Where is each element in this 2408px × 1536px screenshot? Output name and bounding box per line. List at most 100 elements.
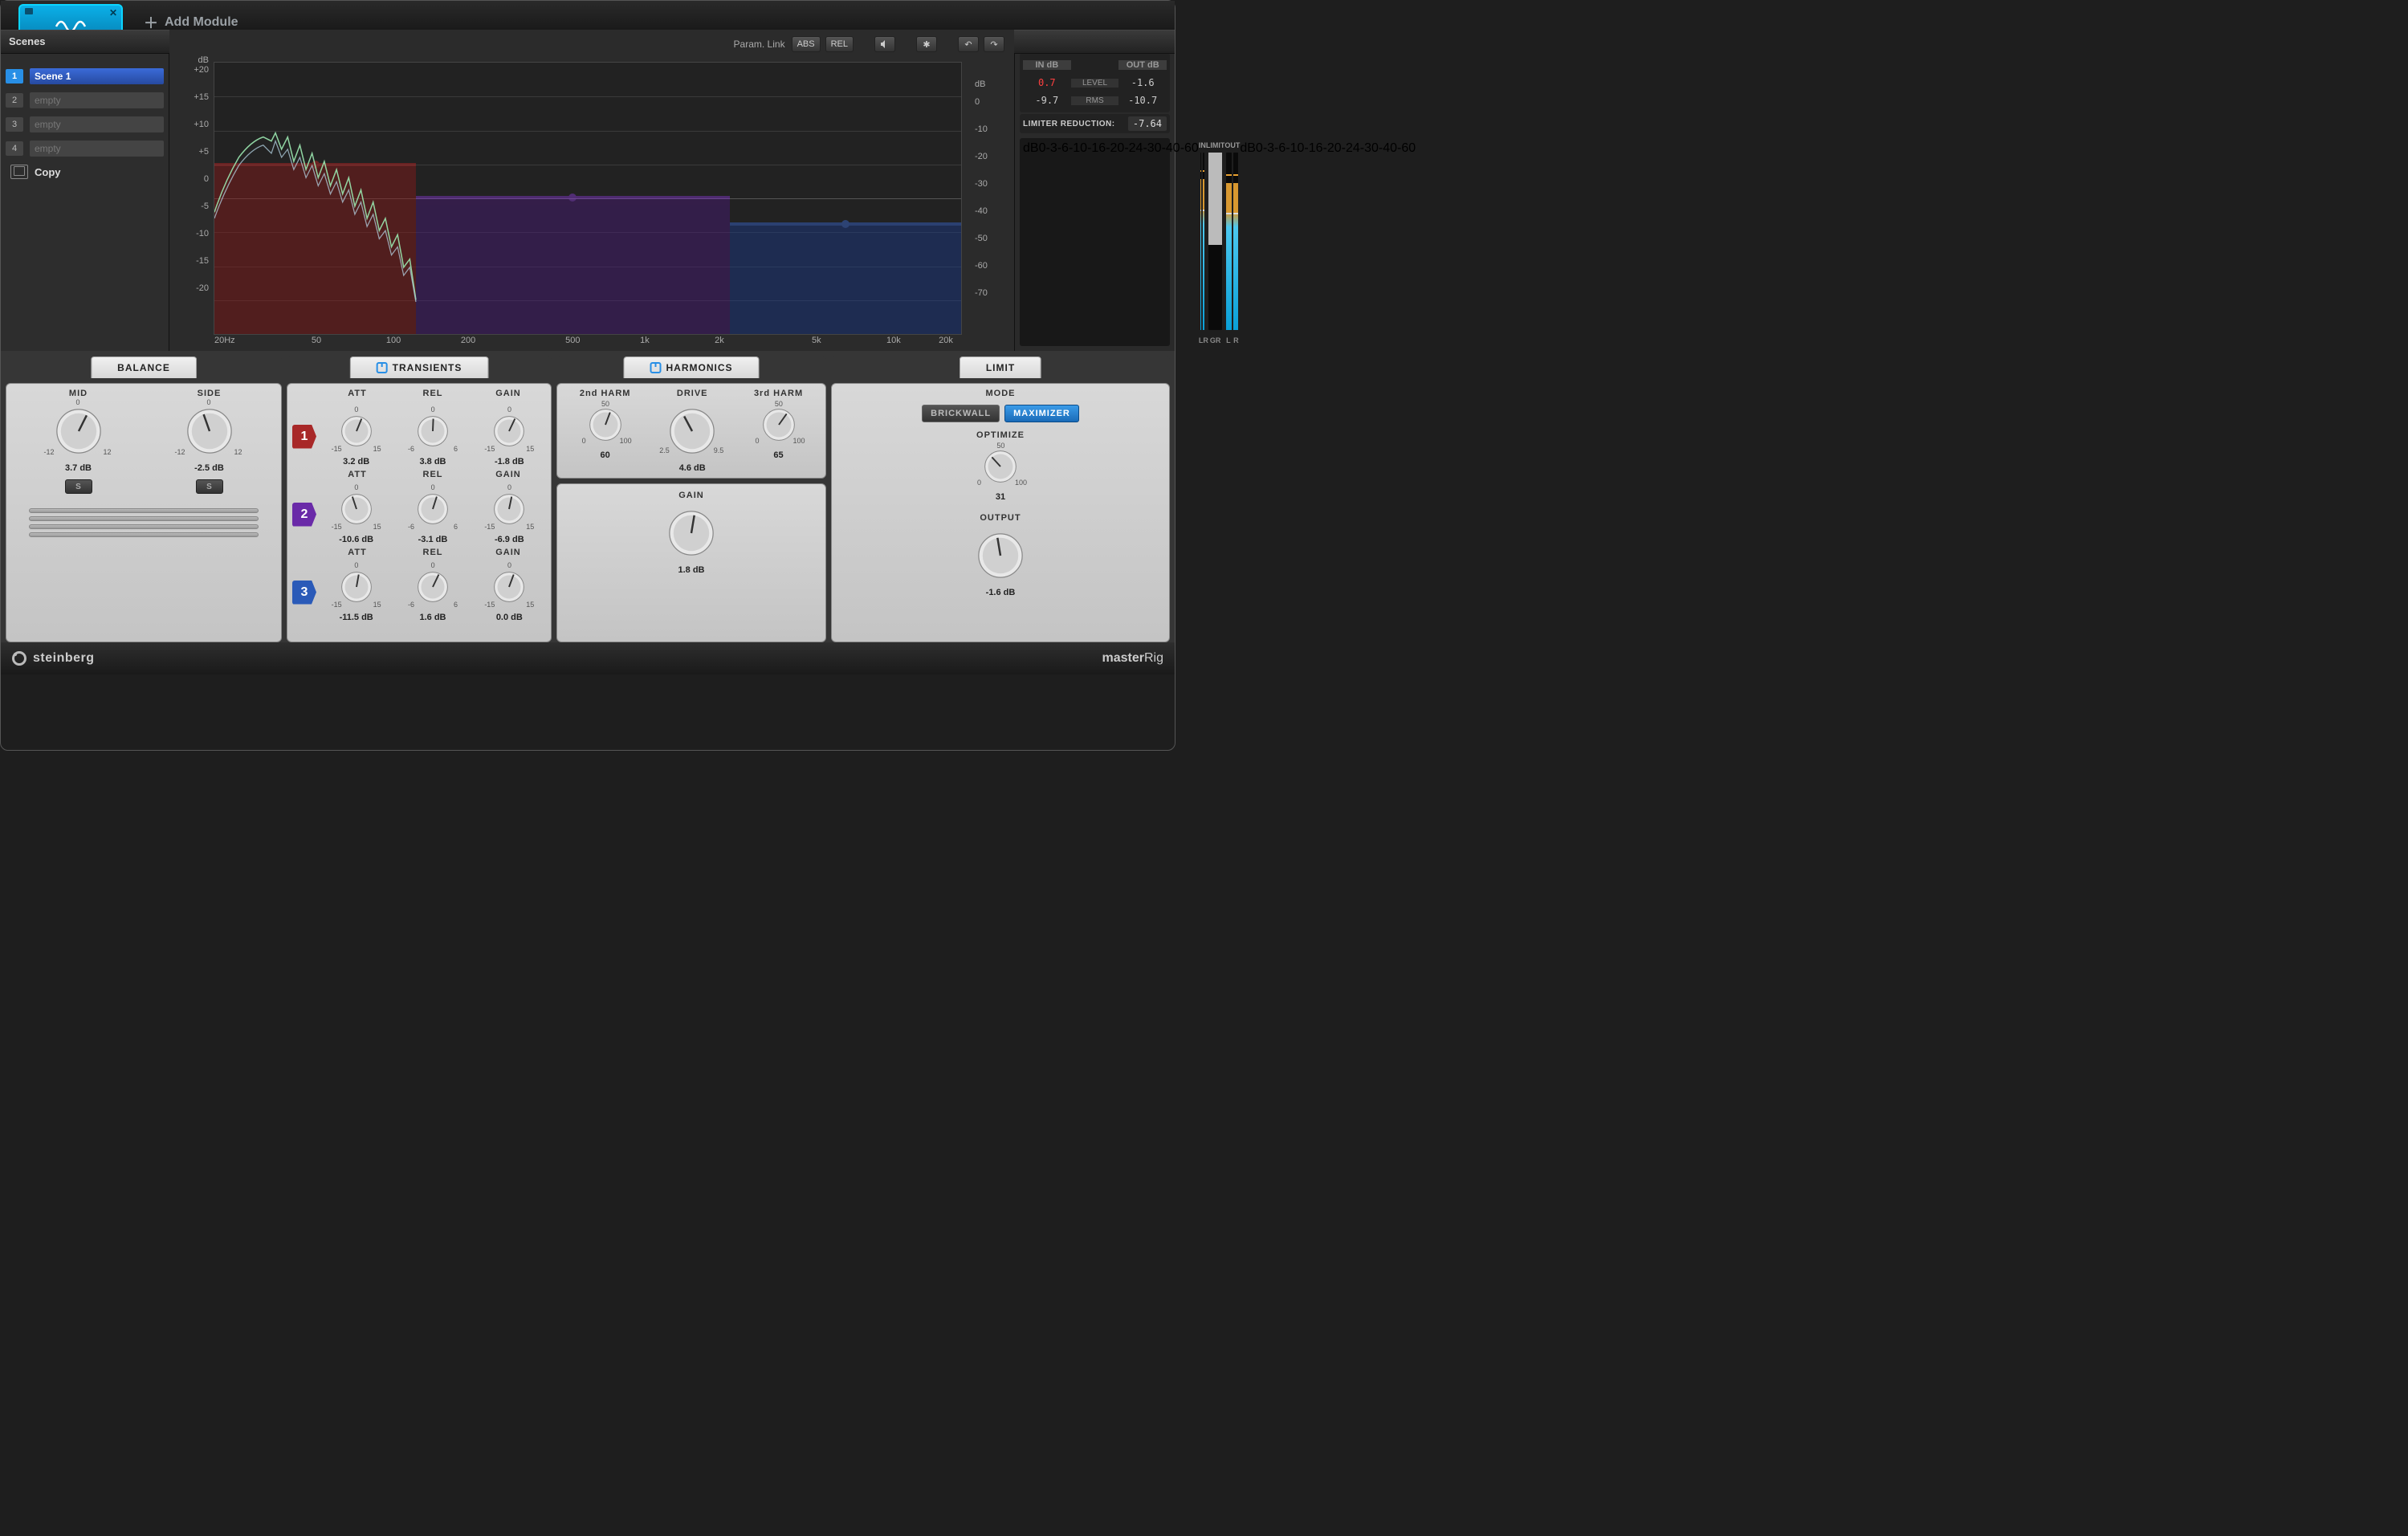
- add-module-label: Add Module: [165, 15, 238, 30]
- maximizer-button[interactable]: MAXIMIZER: [1004, 405, 1079, 422]
- module-active-indicator: [25, 8, 33, 14]
- copy-icon: [10, 165, 28, 179]
- band-2[interactable]: [416, 196, 730, 334]
- transients-header: TRANSIENTS: [350, 356, 489, 378]
- att-knob-3[interactable]: -15150: [333, 564, 380, 610]
- limit-header: LIMIT: [960, 356, 1041, 378]
- abs-button[interactable]: ABS: [792, 36, 821, 52]
- band-1[interactable]: [214, 163, 416, 334]
- power-icon[interactable]: [377, 362, 388, 373]
- meter-out: OUT LR: [1224, 141, 1240, 333]
- rel-knob-2[interactable]: -660: [409, 486, 456, 532]
- spectrum-plot[interactable]: 20Hz50 100200 5001k 2k5k 10k20k: [214, 62, 962, 335]
- band-handle[interactable]: [568, 194, 577, 202]
- gain-knob-2[interactable]: -15150: [486, 486, 532, 532]
- transients-section: TRANSIENTS ATT REL GAIN 1 -15150 3.2 dB …: [287, 383, 552, 642]
- limit-section: LIMIT MODE BRICKWALL MAXIMIZER OPTIMIZE …: [831, 383, 1170, 642]
- in-rms-value: -9.7: [1023, 95, 1071, 106]
- gain-knob[interactable]: [662, 503, 721, 563]
- gain-knob-1[interactable]: -15150: [486, 408, 532, 454]
- scene-number: 2: [6, 93, 23, 108]
- band-3[interactable]: [730, 222, 961, 334]
- output-knob[interactable]: [971, 526, 1030, 585]
- limiter-reduction-value: -7.64: [1128, 116, 1167, 131]
- mid-value: 3.7 dB: [65, 463, 92, 473]
- scene-label: empty: [30, 92, 164, 108]
- output-value: -1.6 dB: [986, 588, 1016, 597]
- balance-header: BALANCE: [91, 356, 197, 378]
- product-label: masterRig: [1102, 651, 1164, 666]
- brand-label: steinberg: [33, 651, 95, 666]
- att-value-2: -10.6 dB: [339, 535, 373, 544]
- transients-row: 2 -15150 -10.6 dB -660 -3.1 dB -15150 -6…: [292, 484, 546, 544]
- mid-knob[interactable]: -12120: [49, 401, 108, 461]
- drive-knob[interactable]: 2.59.5: [662, 401, 722, 461]
- gain-knob-3[interactable]: -15150: [486, 564, 532, 610]
- meter-scale-right: dB0-3-6-10-16-20-24-30-40-60: [1240, 141, 1416, 333]
- scenes-panel: 1Scene 1 2empty 3empty 4empty Copy: [1, 30, 169, 351]
- harmonics-header: HARMONICS: [624, 356, 760, 378]
- scene-number: 1: [6, 69, 23, 84]
- undo-icon: ↶: [964, 39, 972, 50]
- master-meters: dB0-3-6-10-16-20-24-30-40-60 IN LR LIMIT…: [1020, 138, 1170, 346]
- settings-button[interactable]: ✱: [916, 36, 937, 52]
- scenes-header: Scenes: [1, 30, 169, 54]
- harm3-knob[interactable]: 010050: [756, 401, 802, 448]
- scene-row[interactable]: 2 empty: [6, 91, 164, 110]
- in-level-value: 0.7: [1023, 77, 1071, 88]
- balance-section: BALANCE MID -12120 3.7 dB S SIDE -12: [6, 383, 282, 642]
- side-knob[interactable]: -12120: [180, 401, 239, 461]
- scene-label: Scene 1: [30, 68, 164, 84]
- bypass-button[interactable]: [874, 36, 895, 52]
- meter-scale-left: dB0-3-6-10-16-20-24-30-40-60: [1023, 141, 1199, 333]
- close-icon[interactable]: ✕: [109, 7, 117, 18]
- graph-toolbar: Param. Link ABS REL ✱ ↶ ↷: [734, 36, 1004, 52]
- redo-icon: ↷: [990, 39, 997, 50]
- footer: steinberg masterRig: [1, 642, 1175, 674]
- undo-button[interactable]: ↶: [958, 36, 979, 52]
- transients-row: 3 -15150 -11.5 dB -660 1.6 dB -15150 0.0…: [292, 562, 546, 622]
- scene-label: empty: [30, 141, 164, 157]
- optimize-knob[interactable]: 010050: [977, 443, 1024, 490]
- brickwall-button[interactable]: BRICKWALL: [922, 405, 1000, 422]
- power-icon[interactable]: [650, 362, 662, 373]
- scene-row[interactable]: 3empty: [6, 115, 164, 134]
- master-readout: IN dBOUT dB 0.7LEVEL-1.6 -9.7RMS-10.7: [1020, 53, 1170, 112]
- master-panel: Master IN dBOUT dB 0.7LEVEL-1.6 -9.7RMS-…: [1014, 30, 1175, 351]
- redo-button[interactable]: ↷: [984, 36, 1004, 52]
- mid-solo-button[interactable]: S: [65, 479, 92, 494]
- gain-value-3: 0.0 dB: [496, 613, 523, 622]
- rel-value-3: 1.6 dB: [419, 613, 446, 622]
- att-value-1: 3.2 dB: [343, 457, 369, 467]
- rel-value-1: 3.8 dB: [419, 457, 446, 467]
- copy-button[interactable]: Copy: [6, 165, 164, 179]
- module-bar: ✕ Limiter ＋ Add Module: [1, 1, 1175, 30]
- balance-meters: [13, 505, 275, 540]
- side-solo-button[interactable]: S: [196, 479, 223, 494]
- rel-button[interactable]: REL: [825, 36, 854, 52]
- att-knob-1[interactable]: -15150: [333, 408, 380, 454]
- band-handle[interactable]: [841, 220, 850, 228]
- rel-value-2: -3.1 dB: [418, 535, 448, 544]
- side-value: -2.5 dB: [194, 463, 224, 473]
- steinberg-logo-icon: [12, 651, 26, 666]
- scene-row[interactable]: 1 Scene 1: [6, 67, 164, 86]
- gain-section: GAIN 1.8 dB: [556, 483, 826, 642]
- scene-row[interactable]: 4empty: [6, 139, 164, 158]
- gear-icon: ✱: [923, 39, 930, 50]
- harm2-value: 60: [601, 450, 610, 460]
- out-rms-value: -10.7: [1118, 95, 1167, 106]
- band-badge-3: 3: [292, 581, 316, 605]
- y-axis-right: dB 0 -10 -20 -30 -40 -50 -60 -70: [970, 54, 1014, 351]
- band-handle[interactable]: [312, 161, 320, 169]
- att-knob-2[interactable]: -15150: [333, 486, 380, 532]
- harm2-knob[interactable]: 010050: [582, 401, 629, 448]
- out-level-value: -1.6: [1118, 77, 1167, 88]
- add-module-button[interactable]: ＋ Add Module: [144, 1, 238, 30]
- drive-value: 4.6 dB: [679, 463, 706, 473]
- rel-knob-1[interactable]: -660: [409, 408, 456, 454]
- graphical-panel: Param. Link ABS REL ✱ ↶ ↷ dB +20 +15 +10…: [169, 30, 1014, 351]
- rel-knob-3[interactable]: -660: [409, 564, 456, 610]
- scene-number: 3: [6, 117, 23, 132]
- speaker-icon: [880, 39, 890, 49]
